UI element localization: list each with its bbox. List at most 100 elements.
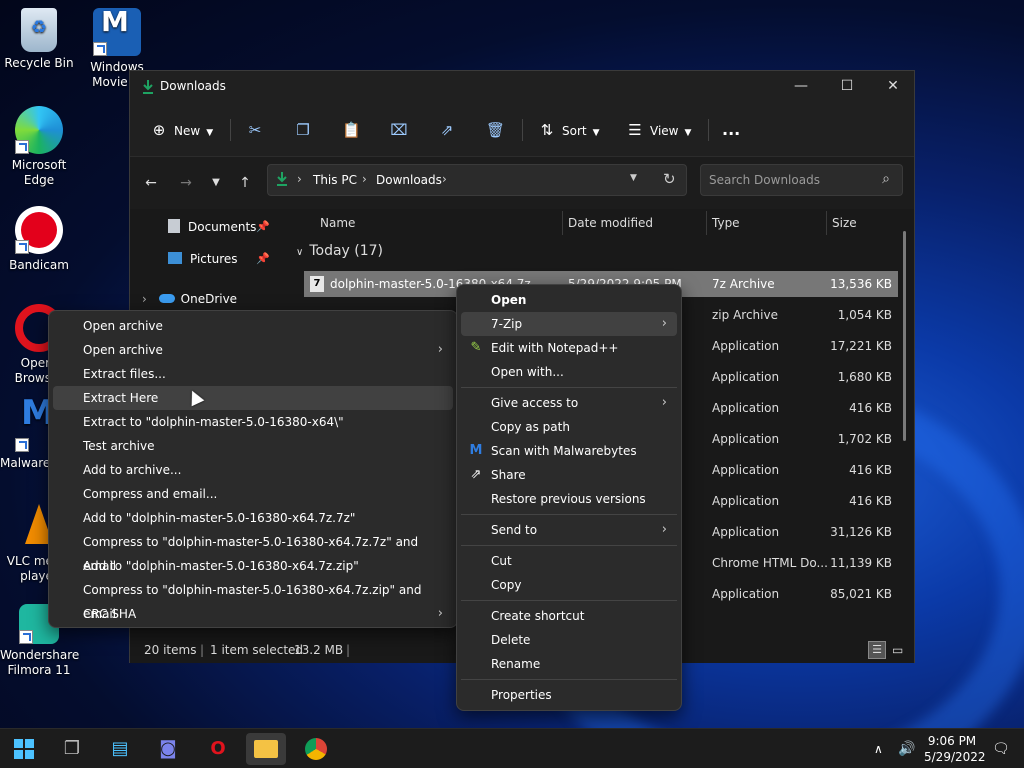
- search-box[interactable]: Search Downloads ⌕: [700, 164, 903, 196]
- column-header-name[interactable]: Name: [320, 209, 355, 237]
- menu-item-add-to-7z[interactable]: Add to "dolphin-master-5.0-16380-x64.7z.…: [53, 506, 453, 530]
- menu-item-label: Extract Here: [83, 391, 159, 405]
- address-bar[interactable]: › This PC › Downloads › ▼ ↻: [267, 164, 687, 196]
- view-button[interactable]: ☰ View ▼: [626, 117, 691, 143]
- menu-item-label: Extract files...: [83, 367, 166, 381]
- widgets-button[interactable]: ▤: [100, 733, 140, 765]
- menu-item-label: 7-Zip: [491, 317, 523, 331]
- up-arrow-icon[interactable]: ↑: [233, 171, 257, 195]
- address-dropdown-chevron-icon[interactable]: ▼: [630, 173, 637, 183]
- context-menu: Open 7-Zip › ✎ Edit with Notepad++ Open wi…: [456, 284, 682, 711]
- menu-item-give-access[interactable]: Give access to ›: [461, 391, 677, 415]
- menu-item-restore-versions[interactable]: Restore previous versions: [461, 487, 677, 511]
- menu-item-delete[interactable]: Delete: [461, 628, 677, 652]
- task-view-button[interactable]: ❐: [52, 733, 92, 765]
- command-separator: [708, 119, 709, 141]
- menu-item-copy[interactable]: Copy: [461, 573, 677, 597]
- desktop-icon-label: Microsoft Edge: [11, 158, 67, 187]
- breadcrumb-downloads[interactable]: Downloads: [376, 173, 442, 187]
- new-button[interactable]: ⊕ New ▼: [150, 117, 213, 143]
- command-bar: ⊕ New ▼ ✂ ❐ 📋 ⌧ ⇗ 🗑 ⇅ Sort ▼ ☰ View ▼ ...: [130, 103, 914, 157]
- tiles-view-icon[interactable]: ▭: [892, 641, 903, 659]
- desktop-icon-edge[interactable]: Microsoft Edge: [0, 106, 78, 188]
- view-lines-icon: ☰: [628, 121, 642, 139]
- pin-icon: 📌: [256, 252, 270, 265]
- breadcrumb-chevron-icon: ›: [297, 172, 302, 186]
- close-button[interactable]: ✕: [870, 71, 916, 103]
- menu-item-properties[interactable]: Properties: [461, 683, 677, 707]
- nav-item-documents[interactable]: Documents 📌: [168, 215, 270, 239]
- menu-item-edit-notepadpp[interactable]: ✎ Edit with Notepad++: [461, 336, 677, 360]
- start-button[interactable]: [4, 733, 44, 765]
- menu-item-extract-here[interactable]: Extract Here: [53, 386, 453, 410]
- desktop-icon-bandicam[interactable]: Bandicam: [0, 206, 78, 273]
- desktop-icon-recycle-bin[interactable]: ♻ Recycle Bin: [0, 8, 78, 71]
- recent-locations-chevron-icon[interactable]: ▼: [204, 171, 228, 195]
- copy-button[interactable]: ❐: [294, 117, 318, 143]
- maximize-button[interactable]: ☐: [824, 71, 870, 103]
- notifications-icon[interactable]: 🗨: [992, 729, 1010, 768]
- refresh-icon[interactable]: ↻: [663, 170, 676, 188]
- breadcrumb-this-pc[interactable]: This PC: [313, 173, 357, 187]
- submenu-chevron-icon: ›: [437, 342, 443, 357]
- group-header-today[interactable]: ∨ Today (17): [296, 243, 383, 259]
- column-header-date[interactable]: Date modified: [568, 209, 653, 237]
- menu-item-share[interactable]: ⇗ Share: [461, 463, 677, 487]
- share-button[interactable]: ⇗: [438, 117, 462, 143]
- volume-icon[interactable]: 🔊: [898, 729, 915, 768]
- menu-item-scan-malwarebytes[interactable]: M Scan with Malwarebytes: [461, 439, 677, 463]
- menu-item-open-archive-submenu[interactable]: Open archive ›: [53, 338, 453, 362]
- minimize-button[interactable]: —: [778, 71, 824, 103]
- search-input[interactable]: Search Downloads: [709, 173, 820, 187]
- menu-item-crc-sha[interactable]: CRC SHA ›: [53, 602, 453, 626]
- nav-item-onedrive[interactable]: › OneDrive: [142, 287, 237, 311]
- column-header-type[interactable]: Type: [712, 209, 740, 237]
- more-options-button[interactable]: ...: [722, 117, 740, 143]
- rename-button[interactable]: ⌧: [390, 117, 414, 143]
- vertical-scrollbar[interactable]: [903, 231, 906, 441]
- forward-arrow-icon[interactable]: →: [174, 171, 198, 195]
- shortcut-arrow-icon: [15, 240, 29, 254]
- details-view-icon[interactable]: ☰: [868, 641, 886, 659]
- menu-item-compress-zip-email[interactable]: Compress to "dolphin-master-5.0-16380-x6…: [53, 578, 453, 621]
- cut-button[interactable]: ✂: [246, 117, 270, 143]
- menu-item-copy-as-path[interactable]: Copy as path: [461, 415, 677, 439]
- back-arrow-icon[interactable]: ←: [139, 171, 163, 195]
- menu-item-test-archive[interactable]: Test archive: [53, 434, 453, 458]
- menu-item-rename[interactable]: Rename: [461, 652, 677, 676]
- menu-item-open-archive[interactable]: Open archive: [53, 314, 453, 338]
- copy-icon: ❐: [296, 121, 310, 139]
- opera-icon: O: [210, 738, 226, 759]
- menu-item-extract-to-folder[interactable]: Extract to "dolphin-master-5.0-16380-x64…: [53, 410, 453, 434]
- windows-logo-icon: [14, 739, 34, 759]
- menu-item-compress-and-email[interactable]: Compress and email...: [53, 482, 453, 506]
- clock[interactable]: 9:06 PM 5/29/2022: [924, 733, 986, 768]
- sort-button[interactable]: ⇅ Sort ▼: [538, 117, 600, 143]
- menu-item-7zip[interactable]: 7-Zip ›: [461, 312, 677, 336]
- menu-item-add-to-zip[interactable]: Add to "dolphin-master-5.0-16380-x64.7z.…: [53, 554, 453, 578]
- file-type: Application: [712, 401, 780, 415]
- title-bar[interactable]: Downloads — ☐ ✕: [130, 71, 914, 103]
- delete-button[interactable]: 🗑: [486, 117, 510, 143]
- file-explorer-taskbar-button[interactable]: [246, 733, 286, 765]
- menu-item-label: Delete: [491, 633, 531, 647]
- menu-item-create-shortcut[interactable]: Create shortcut: [461, 604, 677, 628]
- teams-chat-button[interactable]: ◙: [148, 733, 188, 765]
- show-hidden-icons-chevron-icon[interactable]: ∧: [874, 729, 883, 768]
- menu-item-label: Open archive: [83, 343, 163, 357]
- column-header-size[interactable]: Size: [832, 209, 857, 237]
- menu-item-cut[interactable]: Cut: [461, 549, 677, 573]
- menu-separator: [461, 679, 677, 680]
- nav-item-pictures[interactable]: Pictures 📌: [168, 247, 270, 271]
- paste-button[interactable]: 📋: [342, 117, 366, 143]
- chrome-taskbar-button[interactable]: [296, 733, 336, 765]
- menu-item-send-to[interactable]: Send to ›: [461, 518, 677, 542]
- menu-item-open-with[interactable]: Open with...: [461, 360, 677, 384]
- menu-item-extract-files[interactable]: Extract files...: [53, 362, 453, 386]
- opera-taskbar-button[interactable]: O: [198, 733, 238, 765]
- menu-item-open[interactable]: Open: [461, 288, 677, 312]
- menu-item-add-to-archive[interactable]: Add to archive...: [53, 458, 453, 482]
- menu-item-compress-7z-email[interactable]: Compress to "dolphin-master-5.0-16380-x6…: [53, 530, 453, 573]
- shortcut-arrow-icon: [93, 42, 107, 56]
- pictures-icon: [168, 252, 182, 264]
